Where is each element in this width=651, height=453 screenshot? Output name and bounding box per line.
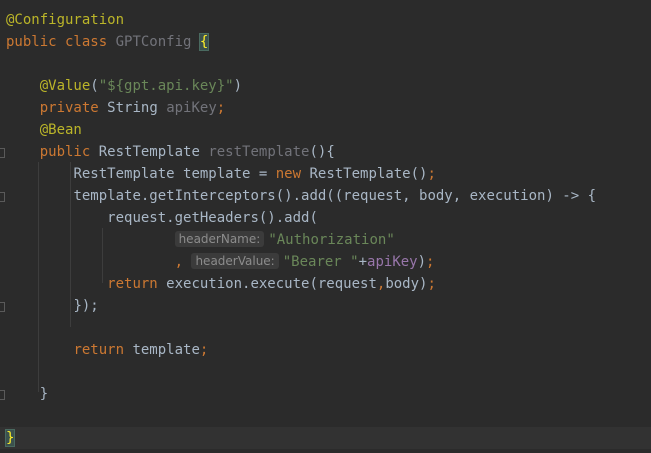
code-line-9: template.getInterceptors().add((request,… bbox=[6, 185, 596, 207]
code-text: body) bbox=[385, 276, 428, 292]
semicolon: ; bbox=[199, 342, 209, 358]
code-line-6: @Bean bbox=[6, 119, 82, 141]
brace-highlight: { bbox=[198, 33, 210, 51]
annotation: @Bean bbox=[39, 122, 82, 138]
code-line-13: return execution.execute(request,body); bbox=[6, 273, 436, 295]
method-name: restTemplate bbox=[208, 144, 310, 160]
paren: ( bbox=[90, 78, 99, 94]
closing-brace: } bbox=[39, 386, 49, 402]
code-line-18: } bbox=[6, 383, 48, 405]
current-line[interactable]: } bbox=[0, 427, 651, 449]
code-line-5: private String apiKey; bbox=[6, 97, 225, 119]
code-editor[interactable]: @Configuration public class GPTConfig { … bbox=[0, 0, 651, 453]
code-text: request.getHeaders().add( bbox=[107, 210, 318, 226]
code-text: template.getInterceptors().add((request,… bbox=[73, 188, 597, 204]
code-text: (){ bbox=[309, 144, 335, 160]
keyword: return bbox=[73, 342, 125, 358]
code-text: template bbox=[124, 342, 200, 358]
brace-highlight: } bbox=[4, 429, 16, 447]
comma: , bbox=[174, 254, 184, 270]
string-literal: "Bearer " bbox=[282, 254, 359, 270]
semicolon: ; bbox=[216, 100, 226, 116]
class-name: GPTConfig bbox=[115, 34, 192, 50]
keyword: private bbox=[39, 100, 99, 116]
fold-marker-icon[interactable] bbox=[0, 390, 5, 400]
code-line-11: headerName: "Authorization" bbox=[6, 229, 395, 251]
code-line-14: }); bbox=[6, 295, 99, 317]
fold-marker-icon[interactable] bbox=[0, 148, 5, 158]
type-name: RestTemplate bbox=[98, 144, 200, 160]
semicolon: ; bbox=[427, 166, 436, 182]
code-line-1: @Configuration bbox=[6, 9, 124, 31]
parameter-hint: headerName: bbox=[174, 231, 265, 247]
paren: ) bbox=[417, 254, 427, 270]
code-line-16: return template; bbox=[6, 339, 208, 361]
code-line-4: @Value("${gpt.api.key}") bbox=[6, 75, 242, 97]
annotation: @Value bbox=[39, 78, 91, 94]
code-line-8: RestTemplate template = new RestTemplate… bbox=[6, 163, 436, 185]
code-text: execution.execute(request bbox=[157, 276, 377, 292]
string-literal: "${gpt.api.key}" bbox=[98, 78, 234, 94]
code-text: RestTemplate() bbox=[301, 166, 428, 182]
keyword: public bbox=[39, 144, 91, 160]
fold-marker-icon[interactable] bbox=[0, 192, 5, 202]
operator: + bbox=[358, 254, 368, 270]
code-line-2: public class GPTConfig { bbox=[6, 31, 210, 53]
code-line-7: public RestTemplate restTemplate(){ bbox=[6, 141, 335, 163]
annotation: @Configuration bbox=[6, 12, 125, 28]
code-line-12: , headerValue: "Bearer "+apiKey); bbox=[6, 251, 434, 273]
keyword: public class bbox=[6, 34, 108, 50]
type-name: String bbox=[107, 100, 158, 116]
code-text: RestTemplate template = bbox=[73, 166, 276, 182]
keyword: return bbox=[107, 276, 158, 292]
code-text: }); bbox=[73, 298, 99, 314]
semicolon: ; bbox=[426, 254, 435, 270]
semicolon: ; bbox=[427, 276, 436, 292]
parameter-hint: headerValue: bbox=[191, 253, 279, 269]
fold-marker-icon[interactable] bbox=[0, 302, 5, 312]
code-line-10: request.getHeaders().add( bbox=[6, 207, 318, 229]
field-name: apiKey bbox=[166, 100, 217, 116]
field-name: apiKey bbox=[367, 254, 418, 270]
string-literal: "Authorization" bbox=[268, 232, 395, 248]
keyword: new bbox=[275, 166, 302, 182]
paren: ) bbox=[233, 78, 243, 94]
